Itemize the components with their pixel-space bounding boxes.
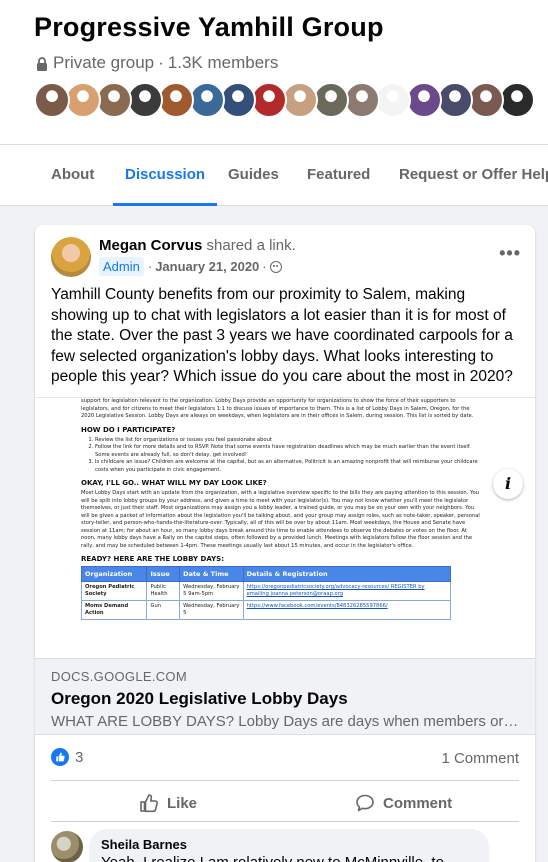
doc-step: Follow the link for more details and to … (95, 444, 481, 459)
audience-globe-icon[interactable] (269, 260, 282, 273)
tab-request-or-offer-help[interactable]: Request or Offer Help (399, 145, 548, 206)
member-avatar[interactable] (437, 82, 473, 118)
group-header: Progressive Yamhill Group Private group … (0, 0, 548, 206)
comment-icon (356, 794, 374, 812)
divider (51, 780, 519, 781)
group-meta: Private group · 1.3K members (36, 53, 278, 73)
link-details[interactable]: DOCS.GOOGLE.COM Oregon 2020 Legislative … (35, 658, 535, 735)
meta-separator: · (158, 53, 164, 72)
table-header: Organization (80, 566, 148, 582)
table-cell: https://www.facebook.com/events/84832628… (242, 600, 452, 620)
comment-button-label: Comment (383, 794, 453, 812)
group-tabs: About Discussion Guides Featured Request… (0, 144, 548, 206)
post-card: Megan Corvus shared a link. Admin · Janu… (35, 225, 535, 862)
doc-heading-ready: READY? HERE ARE THE LOBBY DAYS: (81, 555, 225, 563)
post-author-line: Megan Corvus shared a link. (99, 237, 296, 254)
table-cell: Oregon Pediatric Society (80, 581, 148, 601)
comment-count[interactable]: 1 Comment (441, 750, 519, 767)
tab-featured[interactable]: Featured (307, 145, 370, 206)
document-preview: support for legislation relevant to the … (80, 398, 481, 620)
member-avatar[interactable] (468, 82, 504, 118)
link-domain: DOCS.GOOGLE.COM (51, 669, 187, 684)
post-action-text: shared a link. (206, 237, 296, 254)
table-cell: Moms Demand Action (80, 600, 148, 620)
table-header: Issue (146, 566, 181, 582)
doc-intro: support for legislation relevant to the … (81, 398, 474, 419)
comment-bubble: Sheila Barnes Yeah, I realize I am relat… (89, 829, 489, 862)
link-description: WHAT ARE LOBBY DAYS? Lobby Days are days… (51, 713, 521, 730)
table-cell: Wednesday, February 5 (179, 600, 244, 620)
meta-separator: · (147, 259, 153, 274)
like-button-label: Like (167, 794, 198, 812)
link-title: Oregon 2020 Legislative Lobby Days (51, 689, 348, 708)
link-preview-image[interactable]: support for legislation relevant to the … (35, 397, 535, 658)
lock-icon (37, 57, 47, 71)
lobby-days-table: Organization Issue Date & Time Details &… (80, 566, 452, 620)
meta-separator: · (262, 259, 267, 274)
author-avatar[interactable] (51, 237, 91, 277)
table-cell: Public Health (146, 581, 181, 601)
post-author-name[interactable]: Megan Corvus (99, 237, 202, 254)
member-avatar[interactable] (282, 82, 318, 118)
member-avatar[interactable] (189, 82, 225, 118)
member-avatar[interactable] (344, 82, 380, 118)
table-row: Oregon Pediatric Society Public Health W… (80, 581, 452, 601)
group-name[interactable]: Progressive Yamhill Group (34, 12, 384, 43)
doc-heading-day: OKAY, I'LL GO.. WHAT WILL MY DAY LOOK LI… (81, 479, 267, 487)
like-count: 3 (75, 748, 84, 766)
member-avatar[interactable] (251, 82, 287, 118)
doc-heading-participate: HOW DO I PARTICIPATE? (81, 425, 176, 434)
table-header: Date & Time (179, 566, 244, 582)
doc-steps: Review the list for organizations or iss… (95, 437, 481, 475)
like-reaction-icon (51, 748, 69, 766)
more-options-button[interactable]: ••• (499, 243, 521, 264)
table-row: Moms Demand Action Gun Wednesday, Februa… (80, 600, 452, 620)
post-text: Yamhill County benefits from our proximi… (51, 286, 513, 385)
admin-badge[interactable]: Admin (99, 257, 144, 276)
tab-discussion[interactable]: Discussion (112, 145, 218, 206)
commenter-avatar[interactable] (51, 831, 83, 862)
member-avatar[interactable] (158, 82, 194, 118)
comment-text: Yeah, I realize I am relatively new to M… (101, 854, 477, 862)
table-cell: https://oregonpediatricsociety.org/advoc… (242, 581, 452, 601)
group-member-count[interactable]: 1.3K members (168, 53, 279, 73)
like-button[interactable]: Like (139, 785, 197, 821)
tab-guides[interactable]: Guides (228, 145, 279, 206)
doc-step: Review the list for organizations or iss… (95, 437, 481, 445)
doc-step: Is childcare an issue? Children are welc… (95, 459, 481, 474)
comment-author[interactable]: Sheila Barnes (101, 837, 477, 852)
info-icon[interactable]: i (493, 469, 523, 499)
divider (51, 821, 519, 822)
tab-about[interactable]: About (51, 145, 94, 206)
member-avatar[interactable] (499, 82, 535, 118)
post-date[interactable]: January 21, 2020 (155, 259, 259, 274)
member-avatar[interactable] (34, 82, 70, 118)
table-header: Details & Registration (242, 566, 452, 582)
member-avatar[interactable] (96, 82, 132, 118)
table-cell: Gun (146, 600, 181, 620)
group-privacy[interactable]: Private group (53, 53, 154, 73)
reaction-summary[interactable]: 3 (51, 748, 83, 766)
doc-day-text: Most Lobby Days start with an update fro… (81, 490, 480, 549)
post-meta: Admin · January 21, 2020 · (99, 257, 282, 276)
member-avatar[interactable] (127, 82, 163, 118)
member-avatar[interactable] (313, 82, 349, 118)
comment-button[interactable]: Comment (355, 785, 452, 821)
thumbs-up-icon (140, 794, 158, 813)
member-avatar[interactable] (220, 82, 256, 118)
table-cell: Wednesday, February 5 9am-5pm (179, 581, 244, 601)
member-avatar[interactable] (65, 82, 101, 118)
member-avatars[interactable] (34, 82, 535, 118)
member-avatar[interactable] (375, 82, 411, 118)
member-avatar[interactable] (406, 82, 442, 118)
